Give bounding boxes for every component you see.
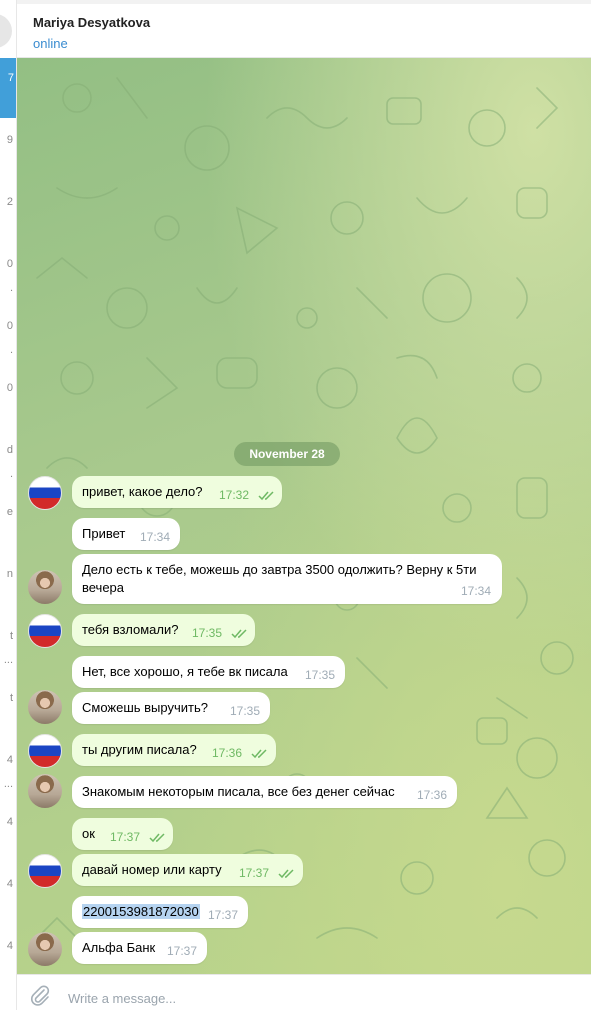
message-time: 17:36 (417, 788, 448, 802)
message-time: 17:32 (219, 488, 250, 502)
message-time: 17:35 (305, 668, 336, 682)
avatar[interactable] (28, 614, 62, 648)
avatar[interactable] (28, 476, 62, 510)
message-text: Нет, все хорошо, я тебе вк писала (82, 664, 288, 679)
avatar[interactable] (28, 932, 62, 966)
message-text-line2: вечера (82, 580, 125, 595)
chat-list-mark: ... (3, 778, 13, 790)
message-time: 17:37 (167, 944, 198, 958)
chat-list-mark: 4 (6, 878, 13, 890)
message-time: 17:35 (192, 626, 223, 640)
paperclip-icon[interactable] (29, 984, 51, 1006)
message-bubble-outgoing[interactable]: ок 17:37 (72, 818, 173, 850)
message-text: привет, какое дело? (82, 484, 203, 499)
message-text: Привет (82, 526, 126, 541)
contact-status: online (33, 36, 68, 51)
chat-list-item-active[interactable]: 7 (0, 58, 16, 118)
message-bubble-outgoing[interactable]: тебя взломали? 17:35 (72, 614, 255, 646)
avatar[interactable] (28, 774, 62, 808)
avatar[interactable] (28, 854, 62, 888)
message-time: 17:35 (230, 704, 261, 718)
message-bubble-incoming[interactable]: Альфа Банк 17:37 (72, 932, 207, 964)
message-bubble-incoming[interactable]: Дело есть к тебе, можешь до завтра 3500 … (72, 554, 502, 604)
message-text: ты другим писала? (82, 742, 197, 757)
chat-list-mark: . (9, 468, 13, 480)
message-input[interactable]: Write a message... (68, 991, 176, 1006)
double-check-icon (278, 869, 294, 879)
message-composer[interactable]: Write a message... (17, 974, 591, 1010)
message-bubble-incoming[interactable]: Сможешь выручить? 17:35 (72, 692, 270, 724)
chat-list-mark: 0 (6, 258, 13, 270)
chat-list-mark: 0 (6, 382, 13, 394)
message-bubble-outgoing[interactable]: привет, какое дело? 17:32 (72, 476, 282, 508)
message-bubble-incoming[interactable]: 2200153981872030 17:37 (72, 896, 248, 928)
message-bubble-outgoing[interactable]: ты другим писала? 17:36 (72, 734, 276, 766)
chat-list-mark: d (6, 444, 13, 456)
message-text-selected[interactable]: 2200153981872030 (82, 904, 200, 919)
message-text: тебя взломали? (82, 622, 179, 637)
chat-list-mark: . (9, 282, 13, 294)
chat-list-avatar[interactable] (0, 14, 12, 48)
double-check-icon (251, 749, 267, 759)
avatar[interactable] (28, 690, 62, 724)
chat-list-mark: t (9, 630, 13, 642)
message-text: давай номер или карту (82, 862, 222, 877)
message-history[interactable]: November 28 привет, какое дело? 17:32 Пр… (17, 58, 591, 974)
chat-list-mark: 0 (6, 320, 13, 332)
chat-list-mark: n (6, 568, 13, 580)
chat-list-mark: 7 (7, 72, 14, 84)
message-text: Сможешь выручить? (82, 700, 208, 715)
chat-list-mark: 2 (6, 196, 13, 208)
chat-list-mark: 4 (6, 940, 13, 952)
date-separator: November 28 (234, 442, 340, 466)
message-time: 17:34 (461, 584, 492, 598)
chat-list-edge: 7 9 2 0 . 0 . 0 d . e n t ... t 4 ... 4 … (0, 0, 17, 1010)
chat-list-mark: 4 (6, 816, 13, 828)
message-text: Знакомым некоторым писала, все без денег… (82, 784, 395, 799)
message-time: 17:37 (208, 908, 239, 922)
avatar[interactable] (28, 734, 62, 768)
chat-list-mark: 9 (6, 134, 13, 146)
avatar[interactable] (28, 570, 62, 604)
double-check-icon (258, 491, 274, 501)
double-check-icon (149, 833, 165, 843)
message-bubble-incoming[interactable]: Нет, все хорошо, я тебе вк писала 17:35 (72, 656, 345, 688)
message-text: Дело есть к тебе, можешь до завтра 3500 … (82, 562, 477, 577)
message-bubble-outgoing[interactable]: давай номер или карту 17:37 (72, 854, 303, 886)
chat-header[interactable]: Mariya Desyatkova online (17, 0, 591, 58)
message-time: 17:34 (140, 530, 171, 544)
message-text: ок (82, 826, 95, 841)
chat-list-mark: e (6, 506, 13, 518)
message-bubble-incoming[interactable]: Знакомым некоторым писала, все без денег… (72, 776, 457, 808)
contact-name[interactable]: Mariya Desyatkova (33, 15, 150, 30)
message-time: 17:37 (239, 866, 270, 880)
chat-list-mark: t (9, 692, 13, 704)
double-check-icon (231, 629, 247, 639)
chat-list-mark: 4 (6, 754, 13, 766)
chat-list-mark: . (9, 344, 13, 356)
chat-list-mark: ... (3, 654, 13, 666)
message-bubble-incoming[interactable]: Привет 17:34 (72, 518, 180, 550)
message-text: Альфа Банк (82, 940, 156, 955)
message-time: 17:36 (212, 746, 243, 760)
message-time: 17:37 (110, 830, 141, 844)
